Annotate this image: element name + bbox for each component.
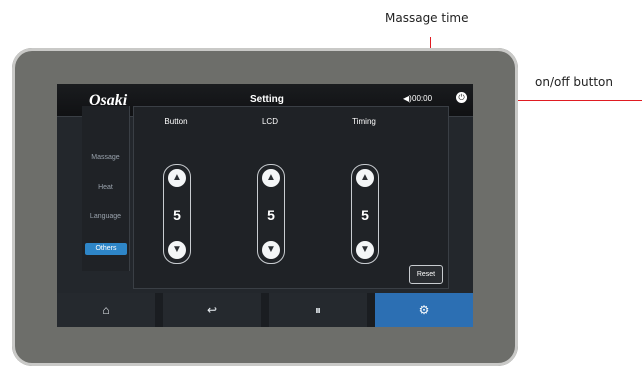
menu-item-heat[interactable]: Heat xyxy=(82,184,129,191)
menu-item-massage[interactable]: Massage xyxy=(82,154,129,161)
back-icon: ↩ xyxy=(206,303,218,317)
bottom-navigation: ⌂ ↩ ⏸ ⚙ xyxy=(57,293,473,327)
increase-button[interactable]: ▲ xyxy=(356,169,374,187)
pause-icon: ⏸ xyxy=(314,303,321,317)
massage-time-annotation: Massage time xyxy=(385,11,469,25)
decrease-button[interactable]: ▼ xyxy=(356,241,374,259)
back-button[interactable]: ↩ xyxy=(163,293,261,327)
signal-icon: ◀) xyxy=(403,94,412,103)
reset-button[interactable]: Reset xyxy=(409,265,443,284)
column-label-lcd: LCD xyxy=(261,117,278,126)
button-stepper: ▲ 5 ▼ xyxy=(163,164,191,264)
decrease-button[interactable]: ▼ xyxy=(168,241,186,259)
pause-button[interactable]: ⏸ xyxy=(269,293,367,327)
massage-timer: 00:00 xyxy=(412,94,433,103)
home-icon: ⌂ xyxy=(102,303,110,317)
increase-button[interactable]: ▲ xyxy=(262,169,280,187)
lcd-stepper: ▲ 5 ▼ xyxy=(257,164,285,264)
on-off-annotation: on/off button xyxy=(535,75,613,89)
column-label-button: Button xyxy=(164,117,188,126)
tablet-screen: Osaki Setting ◀) 00:00 ⏻ Massage Heat La… xyxy=(57,84,473,327)
settings-menu: Massage Heat Language Others xyxy=(82,106,130,271)
menu-item-others[interactable]: Others xyxy=(85,243,127,255)
menu-item-language[interactable]: Language xyxy=(82,213,129,220)
button-value: 5 xyxy=(173,207,181,223)
home-button[interactable]: ⌂ xyxy=(57,293,155,327)
power-icon[interactable]: ⏻ xyxy=(456,92,467,103)
decrease-button[interactable]: ▼ xyxy=(262,241,280,259)
gear-icon: ⚙ xyxy=(418,303,430,317)
timing-value: 5 xyxy=(361,207,369,223)
settings-panel: Button LCD Timing ▲ 5 ▼ ▲ 5 ▼ ▲ 5 ▼ Rese… xyxy=(133,106,449,289)
timing-stepper: ▲ 5 ▼ xyxy=(351,164,379,264)
lcd-value: 5 xyxy=(267,207,275,223)
page-title: Setting xyxy=(250,94,284,105)
column-label-timing: Timing xyxy=(352,117,376,126)
settings-button[interactable]: ⚙ xyxy=(375,293,473,327)
increase-button[interactable]: ▲ xyxy=(168,169,186,187)
